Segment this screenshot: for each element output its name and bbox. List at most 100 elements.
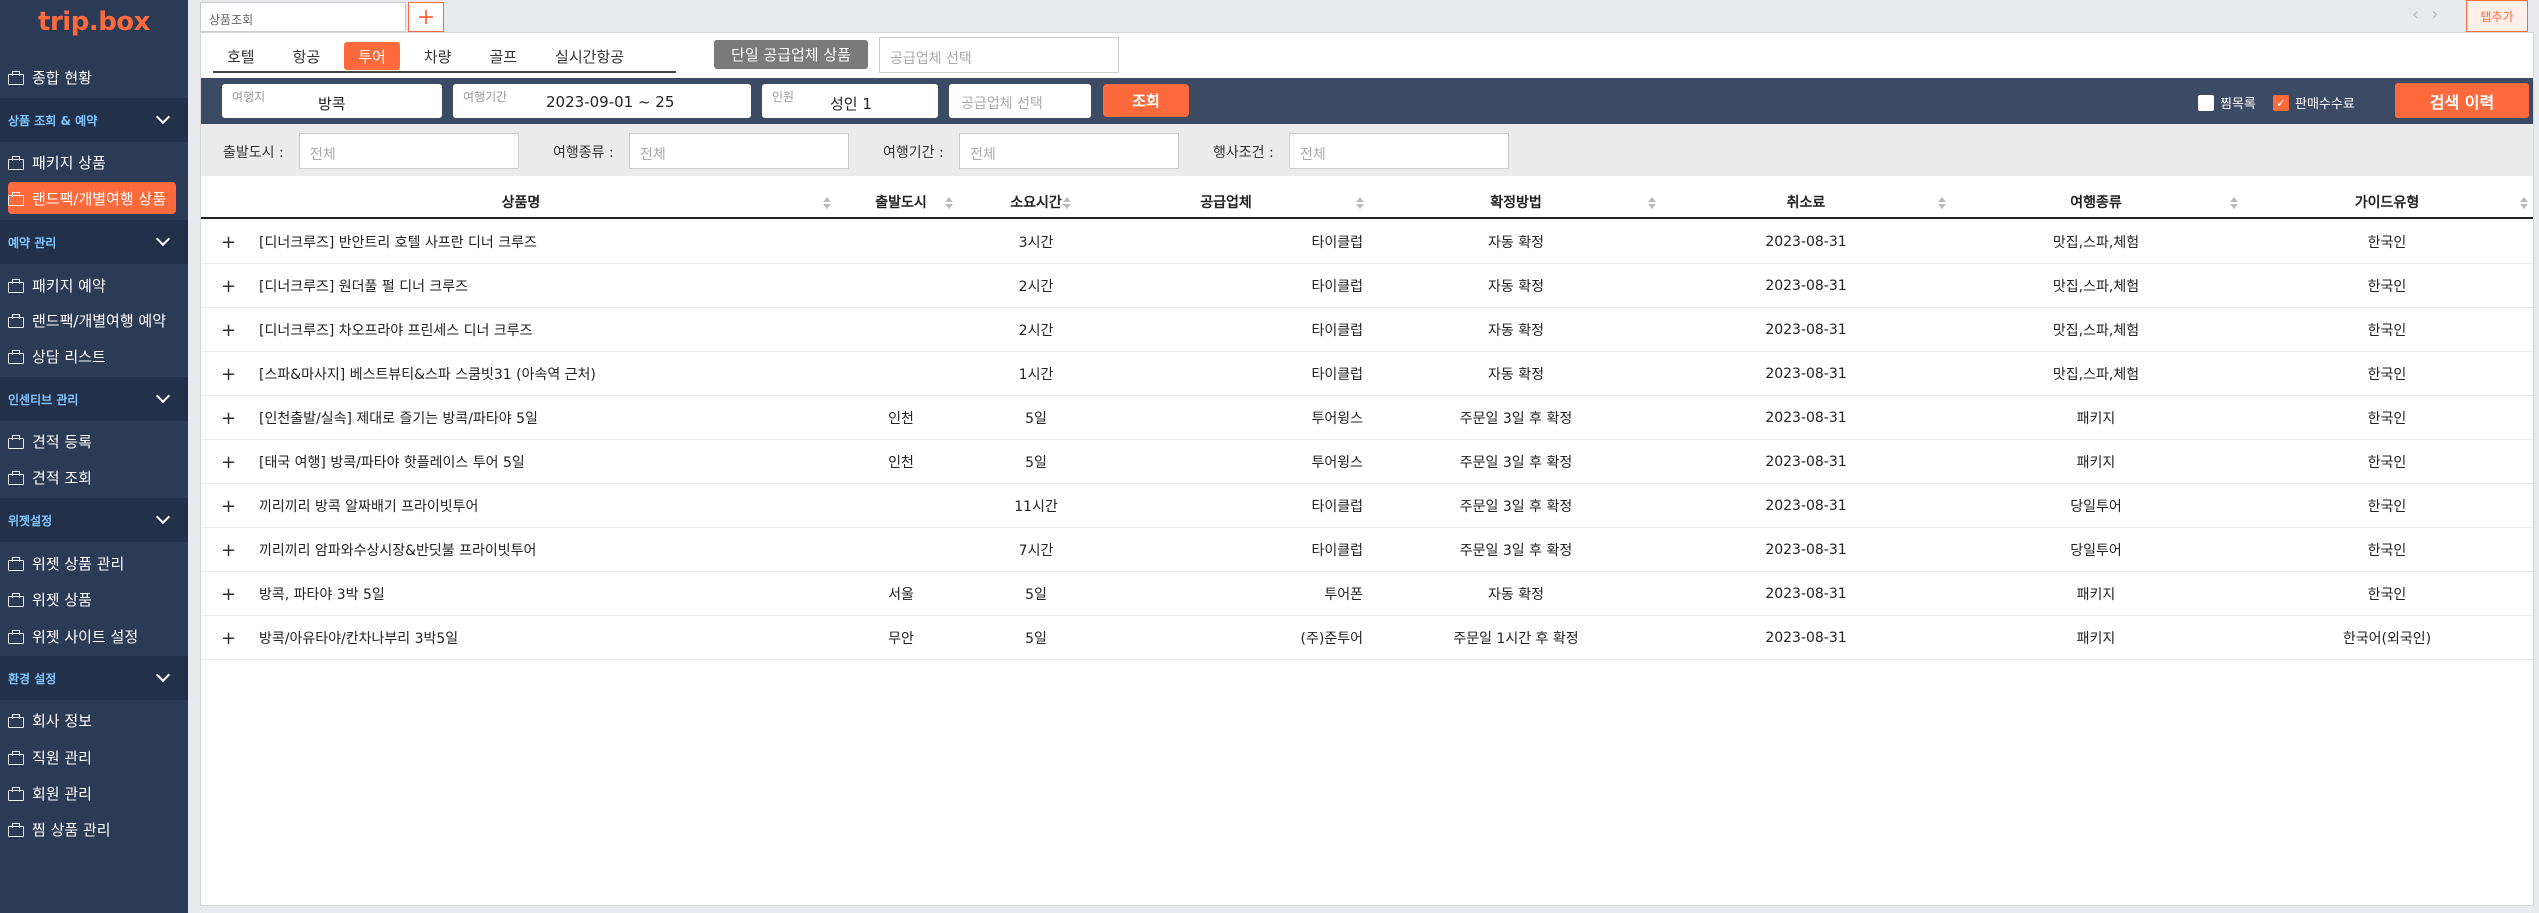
sidebar-item-label: 패키지 예약 [32, 276, 106, 295]
search-button[interactable]: 조회 [1103, 84, 1189, 117]
column-header-supplier[interactable]: 공급업체 [1081, 185, 1371, 219]
expand-icon[interactable]: + [221, 628, 236, 649]
column-header-cancel[interactable]: 취소료 [1661, 185, 1951, 219]
sidebar-item-widget-product[interactable]: 위젯 상품 [0, 582, 178, 616]
tab-tour[interactable]: 투어 [344, 42, 400, 70]
cell-supplier: 타이클럽 [1311, 235, 1363, 251]
supplier-select[interactable]: 공급업체 선택 [879, 37, 1119, 73]
tab-hotel[interactable]: 호텔 [213, 42, 269, 70]
sort-icon[interactable] [1648, 197, 1656, 209]
table-row[interactable]: + [인천출발/실속] 제대로 즐기는 방콕/파타야 5일 인천 5일 투어윙스 주문일 … [201, 396, 2533, 440]
cell-name[interactable]: 방콕/아유타야/칸차나부리 3박5일 [259, 616, 819, 660]
supplier-field[interactable]: 공급업체 선택 [949, 84, 1091, 118]
sidebar-section-settings[interactable]: 환경 설정 [0, 656, 188, 700]
expand-icon[interactable]: + [221, 364, 236, 385]
cell-confirm: 자동 확정 [1488, 235, 1544, 251]
period-field[interactable]: 여행기간 2023-09-01 ~ 25 [453, 84, 751, 118]
sort-icon[interactable] [945, 197, 953, 209]
tab-realtime-flight[interactable]: 실시간항공 [541, 42, 638, 70]
tab-golf[interactable]: 골프 [475, 42, 531, 70]
commission-checkbox[interactable]: ✓ 판매수수료 [2273, 93, 2355, 112]
expand-icon[interactable]: + [221, 276, 236, 297]
expand-icon[interactable]: + [221, 408, 236, 429]
table-row[interactable]: + [디너크루즈] 반안트리 호텔 사프란 디너 크루즈 3시간 타이클럽 자동 확정 2… [201, 220, 2533, 264]
tab-flight[interactable]: 항공 [279, 42, 335, 70]
sidebar-item-widget-product-manage[interactable]: 위젯 상품 관리 [0, 546, 178, 580]
add-tab-button[interactable]: 탭추가 [2466, 0, 2528, 32]
expand-icon[interactable]: + [221, 232, 236, 253]
table-row[interactable]: + 끼리끼리 방콕 알짜배기 프라이빗투어 11시간 타이클럽 주문일 3일 후 확정 2… [201, 484, 2533, 528]
sidebar-section-incentive[interactable]: 인센티브 관리 [0, 377, 188, 421]
filter-period-input[interactable]: 전체 [959, 133, 1179, 169]
sidebar-item-dashboard[interactable]: 종합 현황 [0, 60, 178, 94]
cell-name[interactable]: [태국 여행] 방콕/파타야 핫플레이스 투어 5일 [259, 440, 819, 484]
sidebar-item-widget-site-settings[interactable]: 위젯 사이트 설정 [0, 619, 178, 653]
sidebar-section-product[interactable]: 상품 조회 & 예약 [0, 98, 188, 142]
filter-departure-input[interactable]: 전체 [299, 133, 519, 169]
tab-product-search[interactable]: 상품조회 [200, 2, 406, 32]
cell-type: 당일투어 [2070, 543, 2122, 559]
filter-condition-input[interactable]: 전체 [1289, 133, 1509, 169]
logo[interactable]: trip.box [0, 0, 188, 44]
column-header-type[interactable]: 여행종류 [1951, 185, 2241, 219]
sidebar-item-quote-search[interactable]: 견적 조회 [0, 460, 178, 494]
search-history-button[interactable]: 검색 이력 [2395, 83, 2529, 118]
sidebar-item-consult-list[interactable]: 상담 리스트 [0, 339, 178, 373]
cell-name[interactable]: [디너크루즈] 차오프라야 프린세스 디너 크루즈 [259, 308, 819, 352]
sort-icon[interactable] [2230, 197, 2238, 209]
sidebar-item-quote-register[interactable]: 견적 등록 [0, 424, 178, 458]
sidebar-item-label: 상담 리스트 [32, 347, 106, 366]
chevron-left-icon[interactable]: ‹ [2412, 4, 2419, 25]
sidebar-item-package-reservation[interactable]: 패키지 예약 [0, 268, 178, 302]
tab-car[interactable]: 차량 [410, 42, 466, 70]
chevron-down-icon [155, 388, 171, 404]
pax-field[interactable]: 인원 성인 1 [762, 84, 938, 118]
sidebar-item-landpack-product[interactable]: 랜드팩/개별여행 상품 [8, 182, 176, 214]
sort-icon[interactable] [1356, 197, 1364, 209]
cell-name[interactable]: [인천출발/실속] 제대로 즐기는 방콕/파타야 5일 [259, 396, 819, 440]
single-supplier-button[interactable]: 단일 공급업체 상품 [714, 40, 868, 69]
cell-name[interactable]: 끼리끼리 방콕 알짜배기 프라이빗투어 [259, 484, 819, 528]
sort-icon[interactable] [823, 197, 831, 209]
cell-name[interactable]: 방콕, 파타야 3박 5일 [259, 572, 819, 616]
table-row[interactable]: + [디너크루즈] 차오프라야 프린세스 디너 크루즈 2시간 타이클럽 자동 확정 20… [201, 308, 2533, 352]
cell-name[interactable]: [스파&마사지] 베스트뷰티&스파 스쿰빗31 (아속역 근처) [259, 352, 819, 396]
destination-field[interactable]: 여행지 방콕 [222, 84, 442, 118]
sidebar-item-staff[interactable]: 직원 관리 [0, 740, 178, 774]
chevron-right-icon[interactable]: › [2431, 4, 2438, 25]
sort-icon[interactable] [1938, 197, 1946, 209]
wishlist-checkbox[interactable]: 찜목록 [2198, 93, 2256, 112]
cell-name[interactable]: [디너크루즈] 원더풀 펄 디너 크루즈 [259, 264, 819, 308]
column-header-name[interactable]: 상품명 [201, 185, 841, 219]
sidebar-item-wishlist[interactable]: 찜 상품 관리 [0, 812, 178, 846]
expand-icon[interactable]: + [221, 496, 236, 517]
cell-name[interactable]: 끼리끼리 암파와수상시장&반딧불 프라이빗투어 [259, 528, 819, 572]
column-header-guide[interactable]: 가이드유형 [2241, 185, 2533, 219]
cell-type: 맛집,스파,체험 [2052, 235, 2140, 251]
expand-icon[interactable]: + [221, 584, 236, 605]
column-header-confirm[interactable]: 확정방법 [1371, 185, 1661, 219]
add-tab-icon[interactable]: + [408, 2, 444, 32]
table-row[interactable]: + [스파&마사지] 베스트뷰티&스파 스쿰빗31 (아속역 근처) 1시간 타이클럽… [201, 352, 2533, 396]
expand-icon[interactable]: + [221, 540, 236, 561]
expand-icon[interactable]: + [221, 452, 236, 473]
sidebar-section-reservation[interactable]: 예약 관리 [0, 220, 188, 264]
expand-icon[interactable]: + [221, 320, 236, 341]
table-row[interactable]: + 방콕/아유타야/칸차나부리 3박5일 무안 5일 (주)준투어 주문일 1시간 후 확… [201, 616, 2533, 660]
sidebar-item-package-product[interactable]: 패키지 상품 [0, 145, 178, 179]
table-row[interactable]: + 끼리끼리 암파와수상시장&반딧불 프라이빗투어 7시간 타이클럽 주문일 3일 후 … [201, 528, 2533, 572]
sidebar-item-members[interactable]: 회원 관리 [0, 776, 178, 810]
table-row[interactable]: + [태국 여행] 방콕/파타야 핫플레이스 투어 5일 인천 5일 투어윙스 주문일 3… [201, 440, 2533, 484]
sidebar-item-landpack-reservation[interactable]: 랜드팩/개별여행 예약 [0, 303, 178, 337]
sidebar-item-company-info[interactable]: 회사 정보 [0, 703, 178, 737]
period-label: 여행기간 [463, 90, 508, 104]
column-header-city[interactable]: 출발도시 [841, 185, 961, 219]
table-row[interactable]: + [디너크루즈] 원더풀 펄 디너 크루즈 2시간 타이클럽 자동 확정 2023-08… [201, 264, 2533, 308]
sort-icon[interactable] [2520, 197, 2528, 209]
cell-name[interactable]: [디너크루즈] 반안트리 호텔 사프란 디너 크루즈 [259, 220, 819, 264]
filter-type-input[interactable]: 전체 [629, 133, 849, 169]
table-row[interactable]: + 방콕, 파타야 3박 5일 서울 5일 투어폰 자동 확정 2023-08-31 패키지 한… [201, 572, 2533, 616]
sidebar-item-label: 패키지 상품 [32, 153, 106, 172]
sort-icon[interactable] [1063, 197, 1071, 209]
sidebar-section-widget[interactable]: 위젯설정 [0, 498, 188, 542]
